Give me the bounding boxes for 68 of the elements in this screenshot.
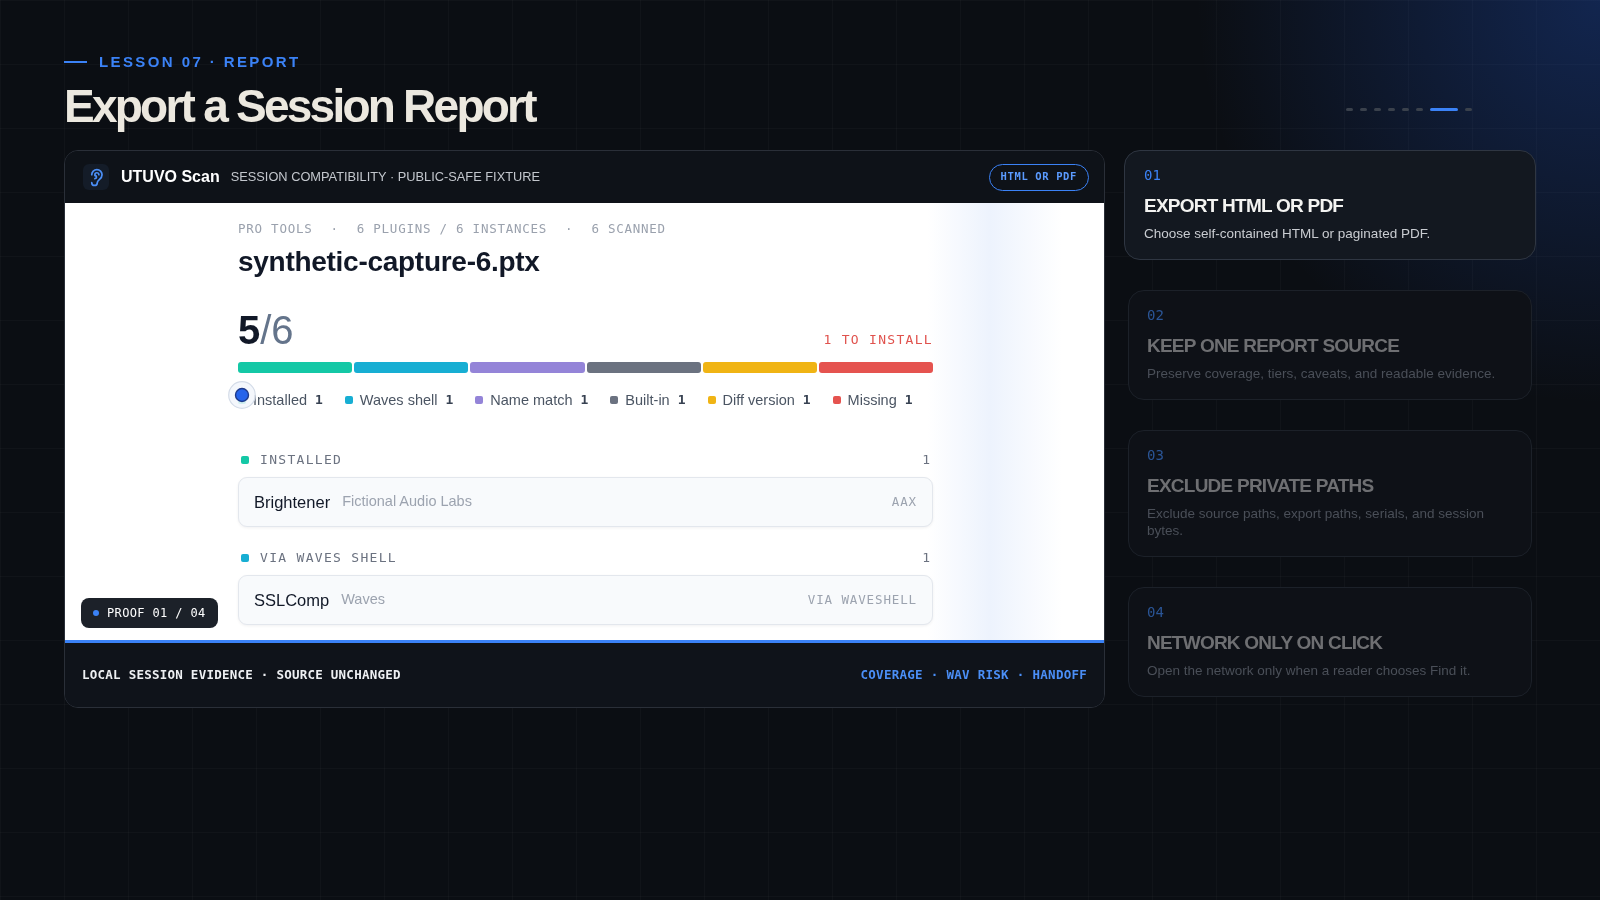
plugin-vendor: Fictional Audio Labs xyxy=(342,492,472,512)
slide-indicator[interactable] xyxy=(1416,108,1423,111)
found-count: 5 xyxy=(238,310,261,350)
step-card[interactable]: 03 EXCLUDE PRIVATE PATHS Exclude source paths, export paths, serials, and session bytes. xyxy=(1128,430,1532,557)
app-subtitle: SESSION COMPATIBILITY · PUBLIC-SAFE FIXTURE xyxy=(230,168,540,187)
plugin-name: Brightener xyxy=(254,491,331,513)
step-card[interactable]: 01 EXPORT HTML OR PDF Choose self-contained HTML or paginated PDF. xyxy=(1124,150,1536,260)
step-description: Choose self-contained HTML or paginated PDF. xyxy=(1144,225,1432,242)
legend-count: 1 xyxy=(580,391,589,410)
plugin-vendor: Waves xyxy=(341,590,385,610)
install-needed-label: 1 TO INSTALL xyxy=(823,331,933,349)
legend-count: 1 xyxy=(677,391,686,410)
step-card[interactable]: 02 KEEP ONE REPORT SOURCE Preserve coverage, tiers, caveats, and readable evidence. xyxy=(1128,290,1532,400)
plugin-name: SSLComp xyxy=(254,589,330,611)
step-number: 04 xyxy=(1147,603,1165,621)
section-heading: INSTALLED xyxy=(260,451,343,470)
dot-separator: · xyxy=(930,665,939,684)
step-title: EXCLUDE PRIVATE PATHS xyxy=(1147,474,1375,498)
legend-label: Waves shell xyxy=(359,391,438,410)
legend-count: 1 xyxy=(445,391,454,410)
step-number: 03 xyxy=(1147,446,1165,464)
legend-count: 1 xyxy=(802,391,811,410)
legend-count: 1 xyxy=(904,391,913,410)
legend-label: Missing xyxy=(847,391,897,410)
legend-count: 1 xyxy=(315,391,323,410)
dot-separator: · xyxy=(1016,665,1025,684)
footer-link[interactable]: HANDOFF xyxy=(1032,665,1087,685)
slide-indicator[interactable] xyxy=(1402,108,1409,111)
section-count: 1 xyxy=(922,549,930,568)
session-meta: 6 SCANNED xyxy=(591,221,666,237)
slide-indicator[interactable] xyxy=(1388,108,1395,111)
total-count: /6 xyxy=(260,310,294,350)
step-number: 01 xyxy=(1144,166,1162,184)
step-title: EXPORT HTML OR PDF xyxy=(1144,194,1345,218)
slide-indicator[interactable] xyxy=(1360,108,1367,111)
slide-indicator[interactable] xyxy=(1465,108,1472,111)
section-heading: VIA WAVES SHELL xyxy=(260,549,397,568)
legend-label: Diff version xyxy=(722,391,795,410)
session-meta: 6 PLUGINS / 6 INSTANCES xyxy=(356,221,548,237)
dot-separator: · xyxy=(565,221,574,237)
step-number: 02 xyxy=(1147,306,1165,324)
session-filename: synthetic-capture-6.ptx xyxy=(238,245,540,279)
slide-indicator[interactable] xyxy=(1430,108,1458,111)
step-title: NETWORK ONLY ON CLICK xyxy=(1147,631,1384,655)
ear-logo-icon xyxy=(83,164,109,190)
eyebrow-rule xyxy=(64,61,87,63)
cursor-dot-icon xyxy=(228,381,256,409)
footer-note: LOCAL SESSION EVIDENCE · SOURCE UNCHANGED xyxy=(82,665,401,684)
proof-label: PROOF 01 / 04 xyxy=(107,605,206,622)
legend-label: Name match xyxy=(490,391,573,410)
lesson-eyebrow: LESSON 07 · REPORT xyxy=(99,53,301,71)
footer-link[interactable]: COVERAGE xyxy=(860,665,923,685)
section-count: 1 xyxy=(922,451,930,470)
footer-link[interactable]: WAV RISK xyxy=(946,665,1009,685)
step-description: Open the network only when a reader chooses Find it. xyxy=(1147,662,1472,679)
app-name: UTUVO Scan xyxy=(121,167,220,187)
step-title: KEEP ONE REPORT SOURCE xyxy=(1147,334,1401,358)
slide-indicator[interactable] xyxy=(1346,108,1353,111)
plugin-format: AAX xyxy=(891,492,917,511)
dot-separator: · xyxy=(330,221,339,237)
legend-label: Built-in xyxy=(625,391,670,410)
session-meta: PRO TOOLS xyxy=(238,221,313,237)
step-description: Preserve coverage, tiers, caveats, and readable evidence. xyxy=(1147,365,1497,382)
step-description: Exclude source paths, export paths, serials, and session bytes. xyxy=(1147,505,1485,539)
step-card[interactable]: 04 NETWORK ONLY ON CLICK Open the network only when a reader chooses Find it. xyxy=(1128,587,1532,697)
legend-label: Installed xyxy=(253,391,307,410)
plugin-format: VIA WAVESHELL xyxy=(807,590,917,609)
slide-indicator[interactable] xyxy=(1374,108,1381,111)
